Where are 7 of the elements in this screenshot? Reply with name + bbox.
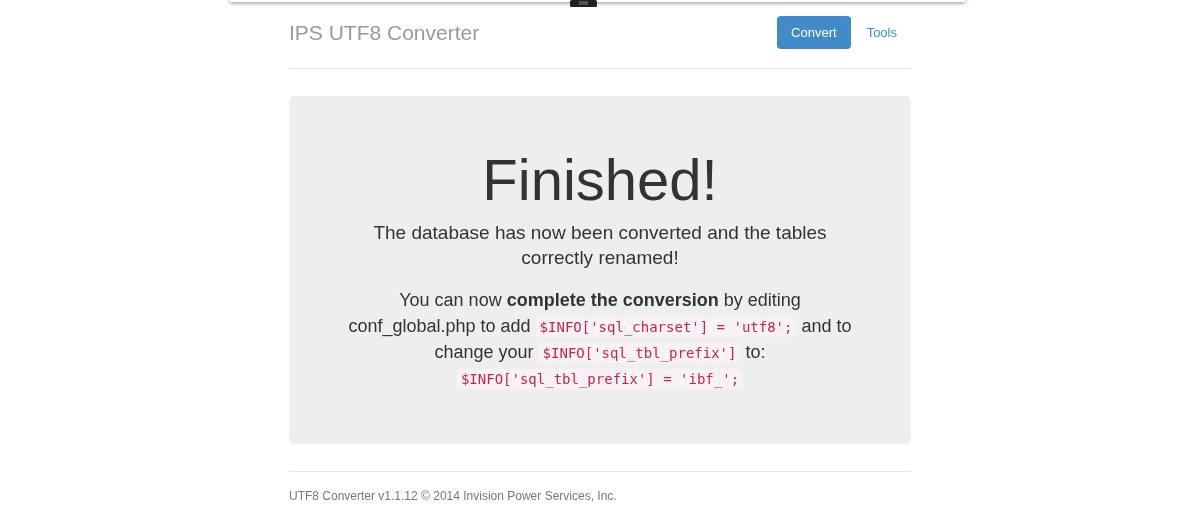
footer-text: UTF8 Converter v1.1.12 © 2014 Invision Power Services, Inc. (289, 489, 618, 503)
lead-text: The database has now been converted and the tables correctly renamed! (372, 220, 828, 271)
nav-pill-button[interactable]: Convert (777, 16, 851, 49)
instructions-paragraph: You can now complete the conversion by editing conf_global.php to add $INFO['sql_charset'] = 'utf8'; and to change your $INFO['sql_tbl_prefix'] to: $INFO['sql_tbl_prefix'] = 'ibf_'; (347, 289, 853, 392)
nav-link[interactable]: Tools (852, 16, 911, 49)
site-title: IPS UTF8 Converter (289, 20, 480, 45)
heading: Finished! (481, 148, 719, 212)
